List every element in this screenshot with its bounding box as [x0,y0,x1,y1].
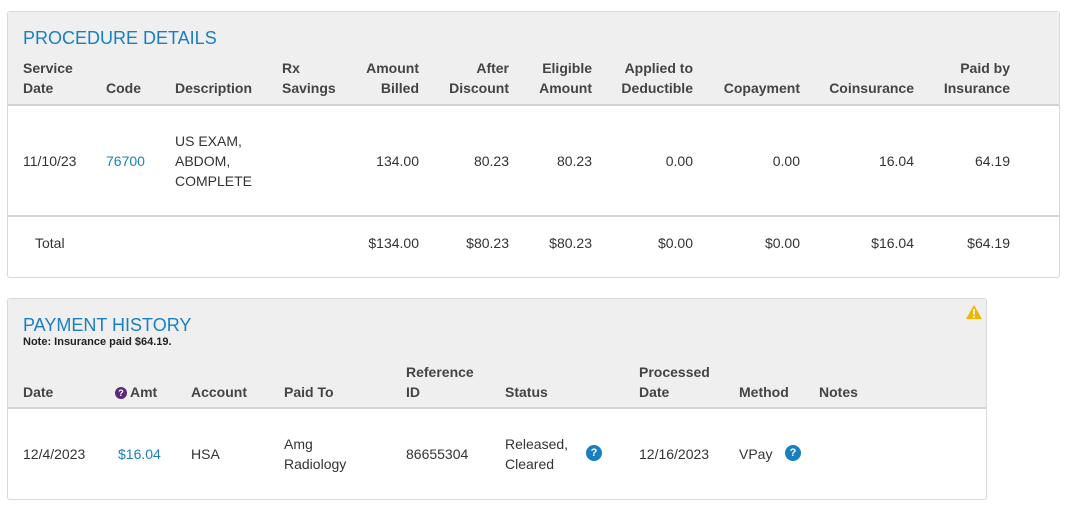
procedure-code-link[interactable]: 76700 [106,151,145,171]
header-notes: Notes [819,384,858,400]
total-amount-billed: $134.00 [368,235,419,251]
row-amount-billed: 134.00 [376,153,419,169]
payment-account: HSA [191,446,220,462]
header-account: Account [191,384,247,400]
header-after-discount: After Discount [449,60,509,96]
header-paid-to: Paid To [284,384,334,400]
payment-date: 12/4/2023 [23,446,86,462]
row-after-discount: 80.23 [473,153,509,169]
payment-amount-link[interactable]: $16.04 [118,444,161,464]
payment-processed-date: 12/16/2023 [639,446,710,462]
header-service-date: Service Date [23,60,73,96]
header-applied-to-deductible: Applied to Deductible [621,60,693,96]
row-copayment: 0.00 [772,153,800,169]
payment-method: VPay [739,446,773,462]
header-amount-billed: Amount Billed [366,60,419,96]
payment-history-panel: PAYMENT HISTORY Note: Insurance paid $64… [7,298,987,500]
payment-status: Released, Cleared [505,436,569,472]
warning-icon[interactable] [965,304,983,320]
header-copayment: Copayment [723,80,800,96]
total-eligible-amount: $80.23 [549,235,592,251]
status-help-icon[interactable]: ? [586,445,602,461]
total-divider [8,215,1059,217]
total-copayment: $0.00 [764,235,800,251]
help-icon[interactable]: ? [115,387,127,399]
header-code: Code [106,80,141,96]
total-applied-to-deductible: $0.00 [657,235,693,251]
header-coinsurance: Coinsurance [829,80,914,96]
row-description: US EXAM, ABDOM, COMPLETE [175,133,253,189]
procedure-details-title: PROCEDURE DETAILS [23,28,217,48]
payment-paid-to: Amg Radiology [284,436,347,472]
header-processed-date: Processed Date [639,364,710,400]
row-service-date: 11/10/23 [23,153,77,169]
header-description: Description [175,80,253,96]
row-eligible-amount: 80.23 [556,153,592,169]
header-rx-savings: Rx Savings [282,60,336,96]
total-label: Total [35,235,65,251]
header-method: Method [739,384,789,400]
payment-history-title: PAYMENT HISTORY [23,315,192,335]
payment-note: Note: Insurance paid $64.19. [23,336,172,348]
procedure-details-panel: PROCEDURE DETAILS Service Date Code Descr… [7,11,1060,278]
row-paid-by-insurance: 64.19 [974,153,1010,169]
header-date: Date [23,384,54,400]
payment-reference-id: 86655304 [406,446,469,462]
header-paid-by-insurance: Paid by Insurance [943,60,1010,96]
row-applied-to-deductible: 0.00 [665,153,693,169]
row-coinsurance: 16.04 [878,153,914,169]
total-paid-by-insurance: $64.19 [967,235,1010,251]
header-eligible-amount: Eligible Amount [539,60,592,96]
header-status: Status [505,384,548,400]
total-coinsurance: $16.04 [871,235,914,251]
header-reference-id: Reference ID [406,364,474,400]
method-help-icon[interactable]: ? [785,445,801,461]
header-amt: ? Amt [115,382,157,402]
total-after-discount: $80.23 [466,235,509,251]
